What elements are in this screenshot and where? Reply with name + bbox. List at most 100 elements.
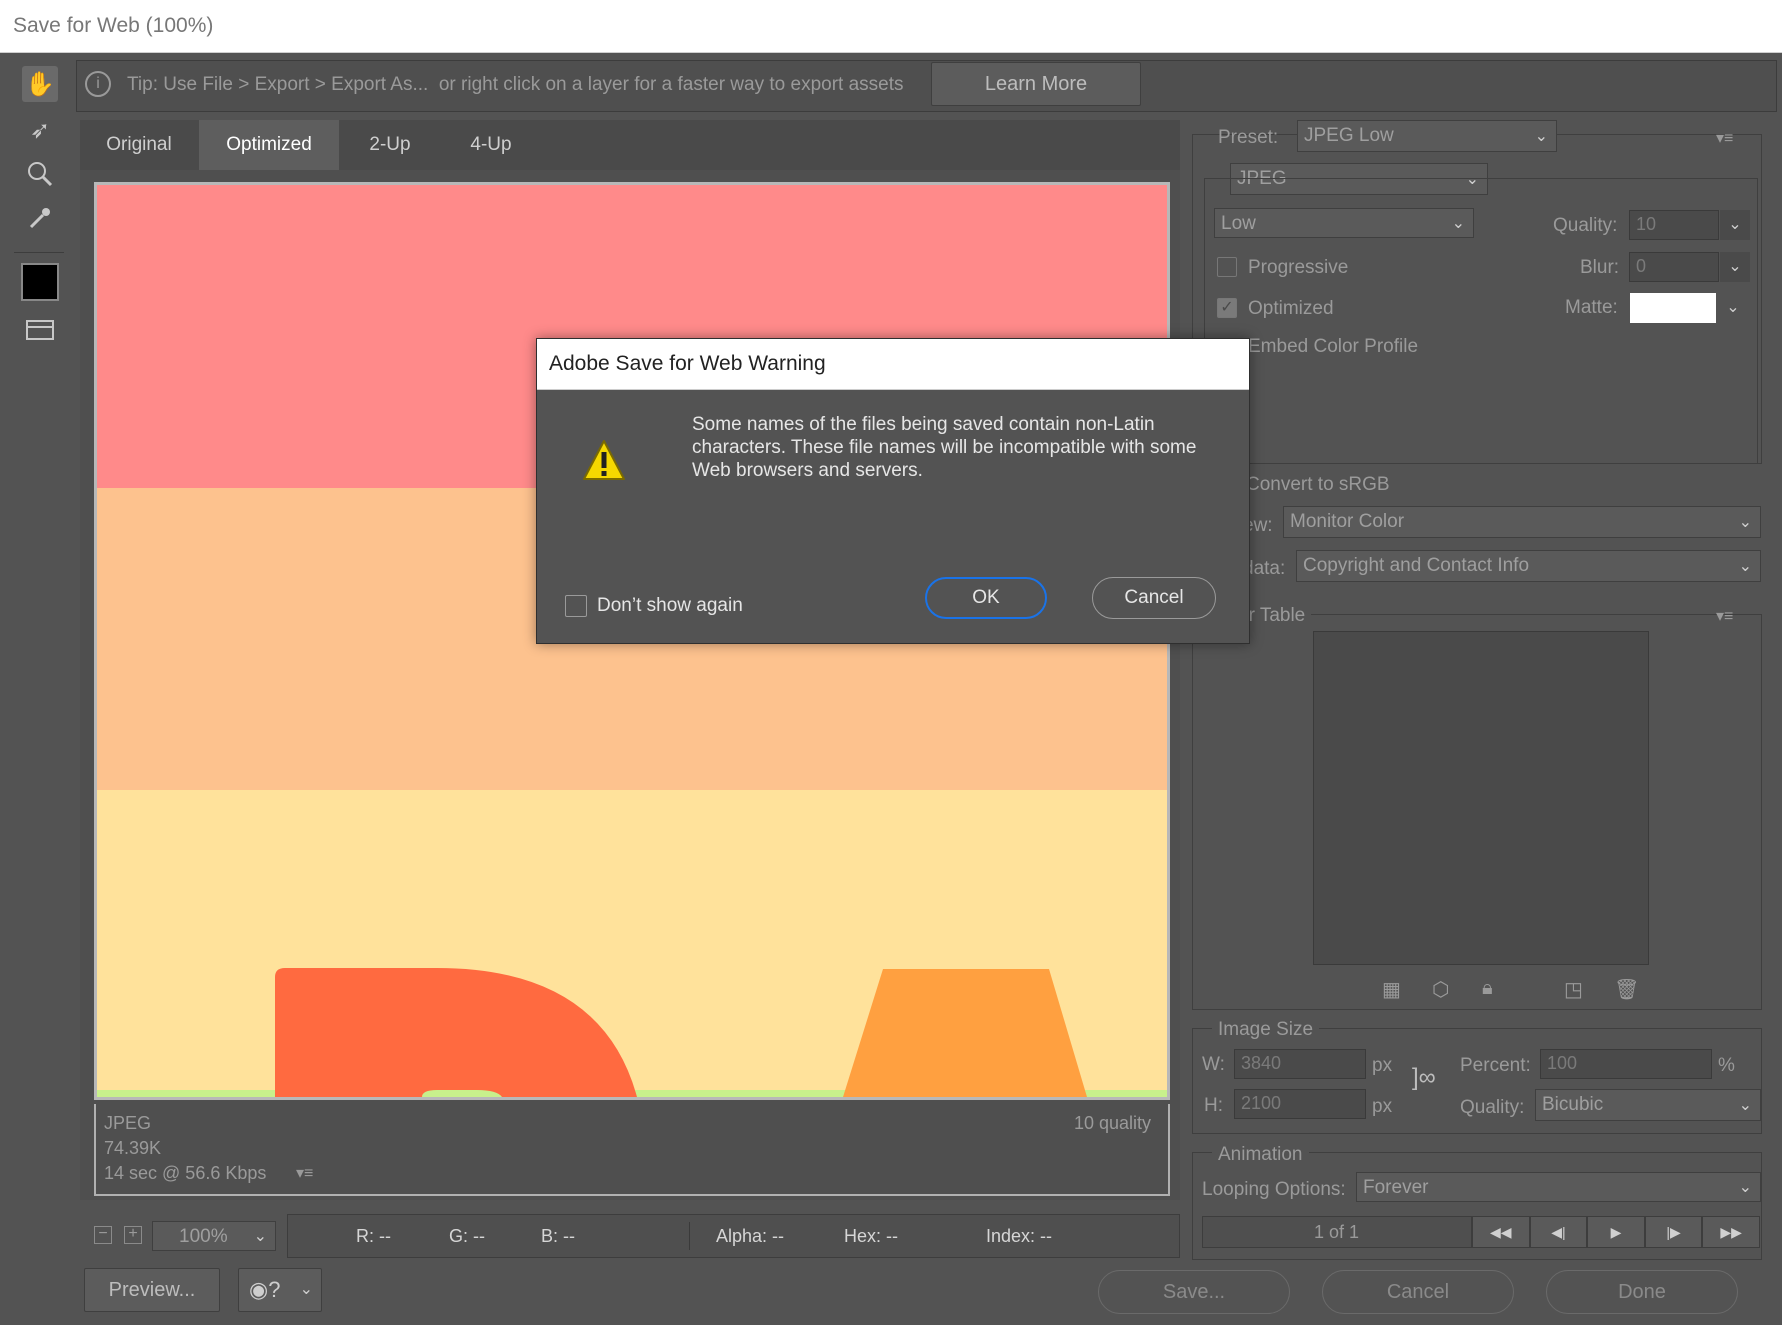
cancel-button[interactable]: Cancel <box>1322 1270 1514 1314</box>
animation-controls: ◀◀ ◀| ▶ |▶ ▶▶ <box>1472 1216 1760 1248</box>
blur-dropdown-icon[interactable]: ⌄ <box>1720 252 1750 282</box>
preset-select[interactable]: JPEG Low ⌄ <box>1297 120 1557 152</box>
warning-dialog: Adobe Save for Web Warning Some names of… <box>536 338 1250 644</box>
matte-dropdown-icon[interactable]: ⌄ <box>1718 293 1748 323</box>
toggle-slices-icon[interactable] <box>22 312 58 348</box>
last-frame-icon[interactable]: ▶▶ <box>1702 1216 1760 1248</box>
preview-quality: 10 quality <box>1074 1113 1152 1133</box>
width-unit: px <box>1372 1055 1393 1076</box>
color-table-swatches[interactable] <box>1313 631 1649 965</box>
optimize-menu-icon[interactable]: ▾≡ <box>1716 128 1733 148</box>
browser-preview-button[interactable]: ◉? ⌄ <box>238 1268 322 1312</box>
next-frame-icon[interactable]: |▶ <box>1644 1216 1703 1248</box>
readout-b: B: -- <box>541 1226 575 1246</box>
quality-label: Quality: <box>1553 215 1618 236</box>
preview-download-time: 14 sec @ 56.6 Kbps <box>104 1163 267 1183</box>
preview-menu-icon[interactable]: ▾≡ <box>296 1163 313 1183</box>
looping-options-select[interactable]: Forever ⌄ <box>1356 1172 1761 1202</box>
trash-icon[interactable]: 🗑︎ <box>1614 977 1639 1002</box>
optimized-label: Optimized <box>1248 298 1334 319</box>
percent-input[interactable]: 100 <box>1540 1049 1712 1079</box>
height-input[interactable]: 2100 <box>1234 1089 1366 1119</box>
first-frame-icon[interactable]: ◀◀ <box>1472 1216 1530 1248</box>
tab-original[interactable]: Original <box>80 120 198 170</box>
frame-counter: 1 of 1 <box>1314 1222 1360 1242</box>
info-icon: i <box>85 71 111 97</box>
embed-color-profile-label: Embed Color Profile <box>1248 336 1419 357</box>
readout-r: R: -- <box>356 1226 391 1246</box>
blur-input[interactable]: 0 <box>1629 252 1719 282</box>
readout-alpha: Alpha: -- <box>716 1226 785 1246</box>
play-icon[interactable]: ▶ <box>1587 1216 1645 1248</box>
progressive-checkbox[interactable] <box>1217 257 1237 277</box>
tab-optimized[interactable]: Optimized <box>199 120 339 170</box>
chevron-down-icon: ⌄ <box>1738 558 1752 575</box>
eyedropper-color-swatch[interactable] <box>21 263 59 301</box>
preset-label: Preset: <box>1218 127 1279 148</box>
looping-options-value: Forever <box>1363 1177 1429 1198</box>
zoom-in-icon[interactable]: + <box>124 1226 142 1244</box>
zoom-value: 100% <box>179 1226 228 1247</box>
done-button[interactable]: Done <box>1546 1270 1738 1314</box>
zoom-select[interactable]: 100% ⌄ <box>152 1221 276 1251</box>
web-shift-icon[interactable]: ⬡ <box>1432 977 1449 1002</box>
tab-2-up[interactable]: 2-Up <box>340 120 440 170</box>
warning-icon <box>583 440 625 480</box>
readout-hex: Hex: -- <box>844 1226 898 1246</box>
ok-button[interactable]: OK <box>925 577 1047 619</box>
save-button[interactable]: Save... <box>1098 1270 1290 1314</box>
tool-panel: ✋ ➶ <box>12 60 68 360</box>
dialog-cancel-button[interactable]: Cancel <box>1092 577 1216 619</box>
preset-value: JPEG Low <box>1304 125 1394 146</box>
previous-frame-icon[interactable]: ◀| <box>1529 1216 1588 1248</box>
zoom-out-icon[interactable]: − <box>94 1226 112 1244</box>
window-title: Save for Web (100%) <box>13 14 214 37</box>
dialog-message: Some names of the files being saved cont… <box>692 414 1197 481</box>
tip-text: Tip: Use File > Export > Export As... or… <box>127 74 904 95</box>
animation-title: Animation <box>1212 1144 1309 1166</box>
compression-value: Low <box>1221 213 1256 234</box>
transparency-icon[interactable]: ▦ <box>1382 977 1401 1002</box>
chevron-down-icon: ⌄ <box>1738 1097 1752 1114</box>
preview-file-size: 74.39K <box>104 1138 162 1158</box>
metadata-select[interactable]: Copyright and Contact Info ⌄ <box>1296 550 1761 582</box>
slice-select-tool-icon[interactable]: ➶ <box>22 112 58 148</box>
new-color-icon[interactable]: ◳ <box>1564 977 1583 1002</box>
tab-4-up[interactable]: 4-Up <box>441 120 541 170</box>
dont-show-again-checkbox[interactable] <box>565 595 587 617</box>
matte-label: Matte: <box>1565 297 1618 318</box>
preview-mode-select[interactable]: Monitor Color ⌄ <box>1283 506 1761 538</box>
window-titlebar: Save for Web (100%) <box>0 0 1782 53</box>
resample-quality-label: Quality: <box>1460 1097 1525 1118</box>
metadata-value: Copyright and Contact Info <box>1303 555 1530 576</box>
preview-button[interactable]: Preview... <box>84 1268 220 1312</box>
learn-more-button[interactable]: Learn More <box>931 62 1141 106</box>
blur-label: Blur: <box>1580 257 1620 278</box>
color-table-menu-icon[interactable]: ▾≡ <box>1716 606 1733 626</box>
looping-options-label: Looping Options: <box>1202 1179 1346 1200</box>
lock-icon[interactable]: 🔒︎ <box>1482 977 1493 1000</box>
readout-divider <box>689 1222 690 1250</box>
progressive-label: Progressive <box>1248 257 1349 278</box>
chevron-down-icon: ⌄ <box>1534 128 1548 145</box>
resample-quality-select[interactable]: Bicubic ⌄ <box>1535 1089 1761 1121</box>
zoom-tool-icon[interactable] <box>22 156 58 192</box>
quality-dropdown-icon[interactable]: ⌄ <box>1720 210 1750 240</box>
divider <box>14 252 64 253</box>
readout-g: G: -- <box>449 1226 485 1246</box>
dont-show-again-label: Don’t show again <box>597 595 743 616</box>
constrain-proportions-link-icon[interactable]: ]∞ <box>1412 1064 1436 1092</box>
width-input[interactable]: 3840 <box>1234 1049 1366 1079</box>
tip-bar: i Tip: Use File > Export > Export As... … <box>76 60 1777 112</box>
chevron-down-icon: ⌄ <box>299 1281 313 1298</box>
optimized-checkbox[interactable]: ✓ <box>1217 298 1237 318</box>
hand-tool-icon[interactable]: ✋ <box>22 66 58 102</box>
dialog-title: Adobe Save for Web Warning <box>549 352 826 375</box>
compression-select[interactable]: Low ⌄ <box>1214 208 1474 238</box>
readout-index: Index: -- <box>986 1226 1053 1246</box>
matte-color-swatch[interactable] <box>1630 293 1716 323</box>
convert-srgb-label: Convert to sRGB <box>1246 474 1390 495</box>
width-label: W: <box>1202 1054 1225 1075</box>
eyedropper-tool-icon[interactable] <box>22 200 58 236</box>
quality-input[interactable]: 10 <box>1629 210 1719 240</box>
